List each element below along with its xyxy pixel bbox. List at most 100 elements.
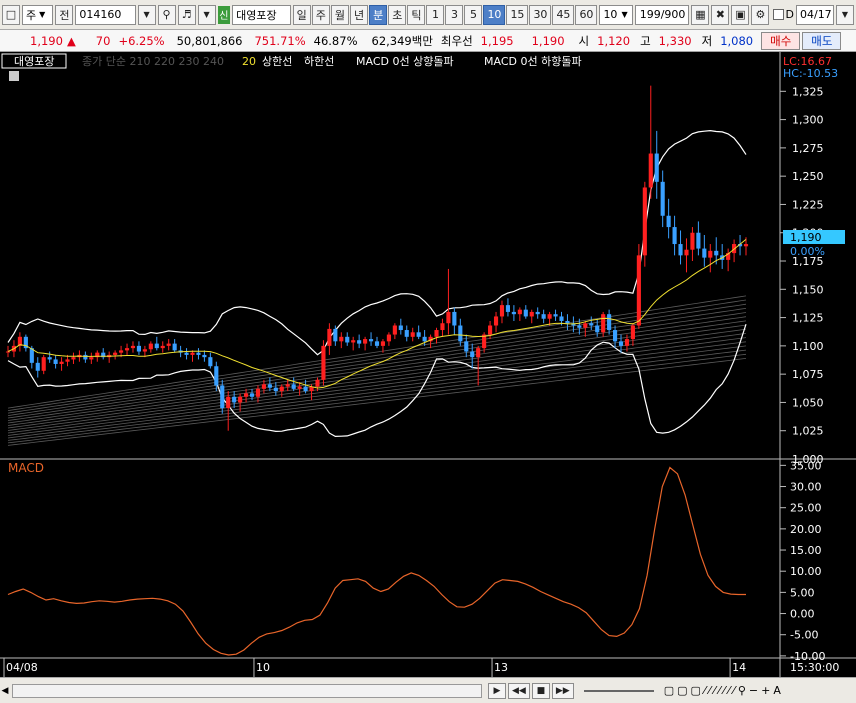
up-triangle-icon: ▲ [66,33,76,48]
chevron-down-icon[interactable]: ▼ [137,4,156,25]
play-icon[interactable]: ▶ [488,682,506,699]
candle-body [327,328,332,346]
candle-body [232,396,237,403]
chart-area[interactable]: 대영포장 종가 단순 210 220 230 240 20 상한선 하한선 MA… [0,52,856,677]
count-field[interactable]: 199/900 [634,4,690,25]
line-tool-icon[interactable]: ⁄ [733,684,735,697]
period-tab[interactable]: 45 [552,4,575,25]
grid-icon[interactable]: ▦ [691,4,710,25]
date-field[interactable]: 04/17 [795,4,834,25]
sell-button[interactable]: 매도 [802,31,842,50]
period-tab[interactable]: 3 [445,4,464,25]
stop-icon[interactable]: ■ [531,682,550,699]
candle-body [583,323,588,328]
candle-body [422,336,427,342]
candle-body [529,311,534,317]
speaker-icon[interactable]: ♬ [177,4,196,25]
scroll-left-icon[interactable]: ◀ [0,686,10,696]
period-tab[interactable]: 10 [483,4,506,25]
price-tick-label: 1,325 [792,85,824,98]
search-icon[interactable]: ⚲ [157,4,176,25]
candle-body [589,323,594,326]
candle-body [553,314,558,317]
text-tool-icon[interactable]: A [773,684,781,697]
candle-body [612,330,618,342]
gear-icon[interactable]: ⚙ [751,4,770,25]
candle-body [41,357,46,371]
zoom-slider[interactable] [583,689,654,692]
chevron-down-icon[interactable]: ▼ [197,4,216,25]
line-tool-icon[interactable]: ⁄ [714,684,716,697]
line-tool-icon[interactable]: ⁄ [723,684,725,697]
tool-icon[interactable]: ▢ [677,684,687,697]
period-tab[interactable]: 30 [529,4,552,25]
grid-toggle-icon[interactable] [9,71,19,81]
stock-name-value: 대영포장 [236,8,277,22]
legend-stock-name: 대영포장 [14,55,54,68]
candle-body [607,314,612,331]
prev-button[interactable]: 전 [55,4,74,25]
candle-body [398,325,403,331]
macd-tick-label: 30.00 [790,481,822,494]
forward-icon[interactable]: ▶▶ [551,682,574,699]
calendar-icon[interactable]: ▼ [835,4,854,25]
macd-line [7,466,746,656]
screen-icon[interactable]: □ [2,4,20,25]
period-tab[interactable]: 1 [426,4,445,25]
candle-body [505,305,511,312]
tool-icon[interactable]: ▢ [691,684,701,697]
candle-body [523,309,528,317]
macd-tick-label: 35.00 [790,459,822,472]
candle-body [363,339,368,344]
candle-body [714,250,719,256]
buy-button[interactable]: 매수 [761,31,801,50]
candle-body [249,393,255,397]
date-checkbox[interactable] [773,9,784,20]
stock-code-input[interactable]: 014160 [75,4,136,25]
period-tab[interactable]: 월 [330,4,349,25]
moving-average-lines [7,295,747,446]
time-label: 15:30:00 [790,661,839,674]
candle-body [35,362,40,371]
zoom-out-icon[interactable]: ⚲ [738,684,746,697]
period-tab[interactable]: 년 [349,4,369,25]
macd-tick-label: 5.00 [790,586,815,599]
stock-name-field[interactable]: 대영포장 [232,4,291,25]
tool-icon[interactable]: ▢ [664,684,674,697]
candle-body [190,352,195,355]
macd-path [7,466,746,656]
line-tool-icon[interactable]: ⁄ [704,684,706,697]
line-tool-icon[interactable]: ⁄ [718,684,720,697]
minus-icon[interactable]: − [749,684,758,697]
interval-select[interactable]: 10 ▼ [599,4,633,25]
period-tab[interactable]: 일 [292,4,311,25]
horizontal-scrollbar[interactable] [12,683,482,698]
stock-chart[interactable]: 대영포장 종가 단순 210 220 230 240 20 상한선 하한선 MA… [0,52,856,677]
quote-bar: 1,190 ▲ 70 +6.25% 50,801,866 751.71% 46.… [0,30,856,52]
period-tab[interactable]: 틱 [407,4,426,25]
save-icon[interactable]: ▣ [731,4,750,25]
volume: 50,801,866 [176,33,243,48]
candle-body [226,396,231,409]
market-selector-value: 주 [26,8,37,22]
candle-body [220,385,225,409]
period-tab[interactable]: 15 [506,4,529,25]
period-tab[interactable]: 5 [464,4,483,25]
line-tool-icon[interactable]: ⁄ [728,684,730,697]
macd-tick-label: 20.00 [790,523,822,536]
period-tab[interactable]: 60 [575,4,598,25]
line-tool-icon[interactable]: ⁄ [709,684,711,697]
period-tab[interactable]: 분 [369,4,388,25]
count-value: 199/900 [639,8,686,21]
legend-lower-band: 하한선 [304,54,334,68]
candle-body [601,314,606,333]
period-tab[interactable]: 주 [311,4,330,25]
period-tab[interactable]: 초 [388,4,407,25]
time-axis: 04/081013141615:30:00 [3,658,839,677]
rewind-icon[interactable]: ◀◀ [508,682,530,699]
plus-icon[interactable]: + [761,684,770,697]
candle-body [374,341,380,346]
cross-icon[interactable]: ✖ [711,4,730,25]
market-selector[interactable]: 주 ▼ [22,4,54,25]
legend-upper-band: 상한선 [262,55,292,68]
